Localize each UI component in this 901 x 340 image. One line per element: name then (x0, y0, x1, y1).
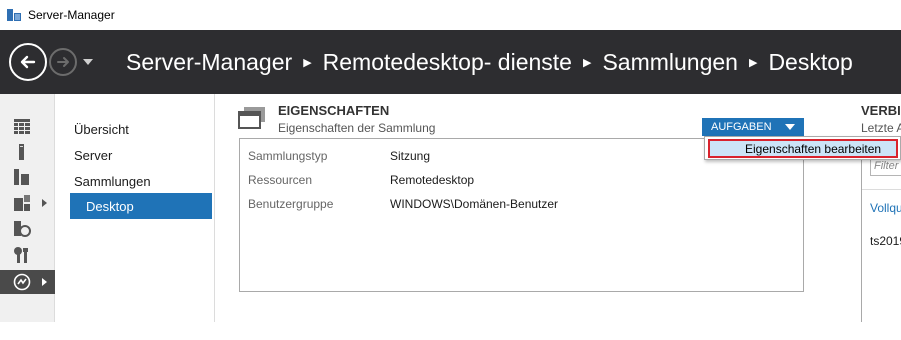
dashboard-icon (14, 119, 30, 134)
iis-icon (14, 221, 31, 237)
history-dropdown-icon[interactable] (83, 59, 93, 65)
breadcrumb-item-server-manager[interactable]: Server-Manager (126, 49, 292, 76)
sub-navigation: Übersicht Server Sammlungen Desktop (56, 94, 215, 322)
rail-item-remote-desktop-services[interactable] (0, 270, 55, 294)
property-value: WINDOWS\Domänen-Benutzer (390, 197, 559, 211)
properties-box: Sammlungstyp Sitzung Ressourcen Remotede… (239, 138, 804, 292)
server-manager-icon (7, 8, 21, 22)
back-button[interactable] (9, 43, 47, 81)
forward-arrow-icon (57, 57, 69, 67)
rail-item-iis[interactable] (0, 217, 55, 241)
property-value: Sitzung (390, 149, 431, 163)
breadcrumb-item-remote-desktop-services[interactable]: Remotedesktop- dienste (323, 49, 572, 76)
main-content: EIGENSCHAFTEN Eigenschaften der Sammlung… (216, 94, 901, 322)
divider (862, 189, 901, 190)
subnav-item-collections[interactable]: Sammlungen (70, 168, 212, 194)
all-servers-icon (14, 169, 29, 185)
back-arrow-icon (20, 55, 36, 69)
rail-item-tools[interactable] (0, 243, 55, 267)
expand-arrow-icon[interactable] (42, 278, 47, 286)
breadcrumb-item-collections[interactable]: Sammlungen (602, 49, 738, 76)
property-row: Ressourcen Remotedesktop (248, 171, 474, 189)
local-server-icon (19, 144, 24, 160)
subnav-item-servers[interactable]: Server (70, 142, 212, 168)
expand-arrow-icon[interactable] (42, 199, 47, 207)
property-key: Sammlungstyp (248, 149, 328, 163)
triangle-right-icon: ▶ (303, 56, 312, 69)
property-value: Remotedesktop (390, 173, 475, 187)
connections-panel: VERBI Letzte A Filter Vollqu ts2019 (861, 94, 901, 322)
tasks-button-label: AUFGABEN (711, 121, 772, 133)
subnav-item-overview[interactable]: Übersicht (70, 116, 212, 142)
column-header-fqdn[interactable]: Vollqu (870, 201, 901, 215)
tasks-dropdown-menu: Eigenschaften bearbeiten (704, 136, 901, 160)
tools-icon (14, 247, 28, 263)
properties-title: EIGENSCHAFTEN (278, 103, 390, 118)
properties-icon (238, 107, 265, 129)
rail-item-dashboard[interactable] (0, 114, 55, 138)
left-icon-rail (0, 94, 55, 322)
tasks-button[interactable]: AUFGABEN (702, 118, 804, 136)
bottom-area (0, 322, 901, 340)
chevron-down-icon (785, 124, 795, 130)
header-bar: Server-Manager ▶ Remotedesktop- dienste … (0, 30, 901, 94)
triangle-right-icon: ▶ (748, 56, 758, 69)
connections-title: VERBI (861, 103, 901, 118)
rail-item-all-servers[interactable] (0, 165, 55, 189)
remote-desktop-services-icon (13, 273, 31, 291)
triangle-right-icon: ▶ (582, 56, 592, 69)
breadcrumb: Server-Manager ▶ Remotedesktop- dienste … (126, 49, 853, 76)
property-key: Benutzergruppe (248, 197, 334, 211)
file-storage-icon (14, 195, 30, 211)
property-row: Sammlungstyp Sitzung (248, 147, 430, 165)
rail-item-file-storage[interactable] (0, 191, 55, 215)
forward-button[interactable] (49, 48, 77, 76)
rail-item-local-server[interactable] (0, 140, 55, 164)
properties-subtitle: Eigenschaften der Sammlung (278, 121, 436, 135)
connections-subtitle: Letzte A (861, 121, 901, 135)
property-row: Benutzergruppe WINDOWS\Domänen-Benutzer (248, 195, 558, 213)
subnav-item-desktop[interactable]: Desktop (70, 193, 212, 219)
property-key: Ressourcen (248, 173, 313, 187)
window-title: Server-Manager (28, 8, 115, 22)
menu-item-edit-properties[interactable]: Eigenschaften bearbeiten (708, 139, 898, 158)
window-titlebar: Server-Manager (0, 0, 901, 30)
server-name-cell[interactable]: ts2019 (870, 234, 901, 248)
breadcrumb-item-desktop[interactable]: Desktop (768, 49, 852, 76)
